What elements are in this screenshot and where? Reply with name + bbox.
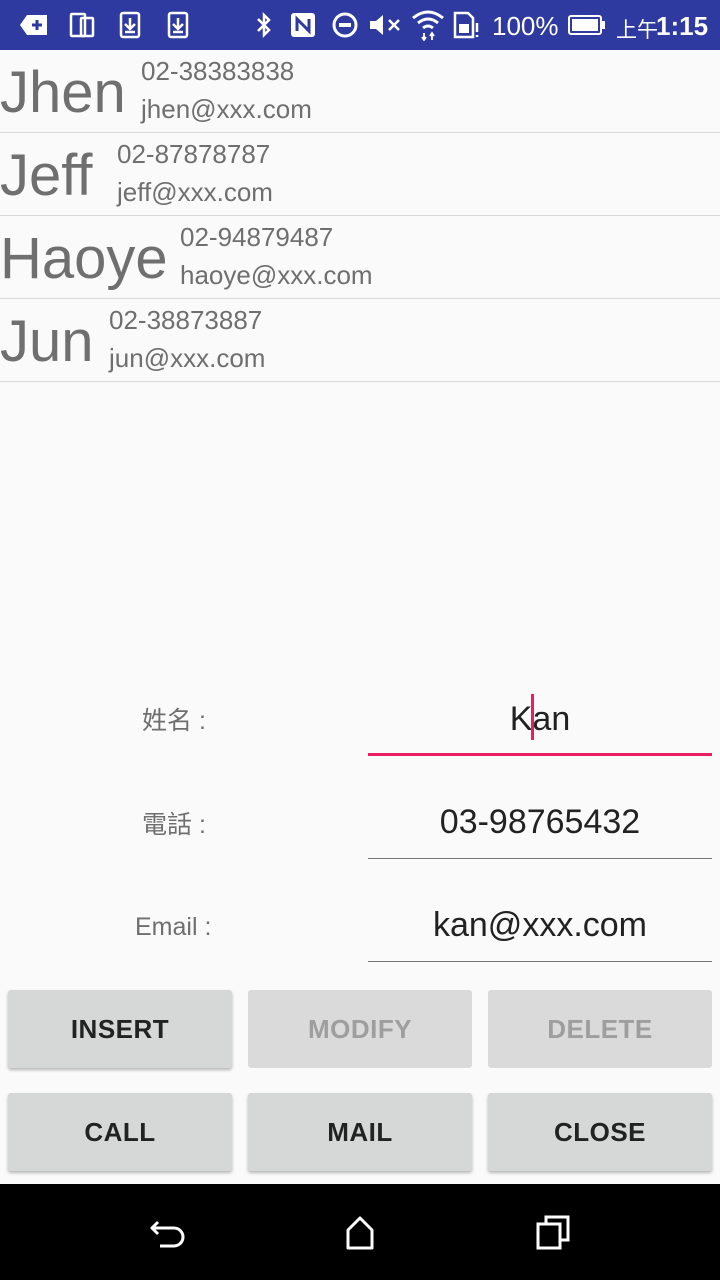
wifi-icon [410,9,446,41]
contact-name: Haoye [0,226,168,291]
contact-email: jhen@xxx.com [141,94,312,124]
mail-button[interactable]: MAIL [248,1093,472,1171]
phone-input[interactable]: 03-98765432 [368,797,712,859]
bluetooth-icon [254,9,274,41]
battery-icon [567,9,607,41]
name-input-text-after: an [532,700,571,738]
time-prefix: 上午 [616,19,658,42]
contact-email: jun@xxx.com [109,343,266,373]
email-label: Email : [135,913,212,941]
contact-list: Jhen 02-38383838 jhen@xxx.com Jeff 02-87… [0,50,720,382]
navigation-bar [0,1184,720,1280]
home-icon[interactable] [340,1212,380,1252]
phone-label: 電話 : [142,811,206,839]
contact-phone: 02-38873887 [109,305,263,335]
recents-icon[interactable] [534,1212,574,1252]
contact-phone: 02-38383838 [141,56,295,86]
mute-icon [368,9,402,41]
add-notification-icon [18,9,50,41]
contact-email: jeff@xxx.com [117,177,273,207]
contact-name: Jhen [0,60,126,125]
delete-button[interactable]: DELETE [488,990,712,1068]
name-label: 姓名 : [142,707,206,735]
list-item[interactable]: Jeff 02-87878787 jeff@xxx.com [0,133,720,216]
battery-percent: 100% [492,11,559,41]
contact-name: Jun [0,309,94,374]
status-bar: 100% 上午 1:15 [0,0,720,50]
call-button[interactable]: CALL [8,1093,232,1171]
contact-email: haoye@xxx.com [180,260,373,290]
text-caret [530,694,534,741]
insert-button[interactable]: INSERT [8,990,232,1068]
dual-screen-icon [68,9,96,41]
email-input[interactable]: kan@xxx.com [368,900,712,962]
clock: 1:15 [656,11,709,41]
name-input[interactable]: Kan [368,694,712,756]
list-item[interactable]: Haoye 02-94879487 haoye@xxx.com [0,216,720,299]
nfc-icon [288,9,318,41]
contact-phone: 02-87878787 [117,139,271,169]
contact-phone: 02-94879487 [180,222,334,252]
list-item[interactable]: Jhen 02-38383838 jhen@xxx.com [0,50,720,133]
list-item[interactable]: Jun 02-38873887 jun@xxx.com [0,299,720,382]
name-input-text-before: K [509,700,533,738]
download-icon [118,9,142,41]
dnd-icon [330,9,360,41]
download-icon [166,9,190,41]
close-button[interactable]: CLOSE [488,1093,712,1171]
back-icon[interactable] [148,1212,188,1252]
sim-icon [452,9,482,41]
contact-name: Jeff [0,143,93,208]
modify-button[interactable]: MODIFY [248,990,472,1068]
